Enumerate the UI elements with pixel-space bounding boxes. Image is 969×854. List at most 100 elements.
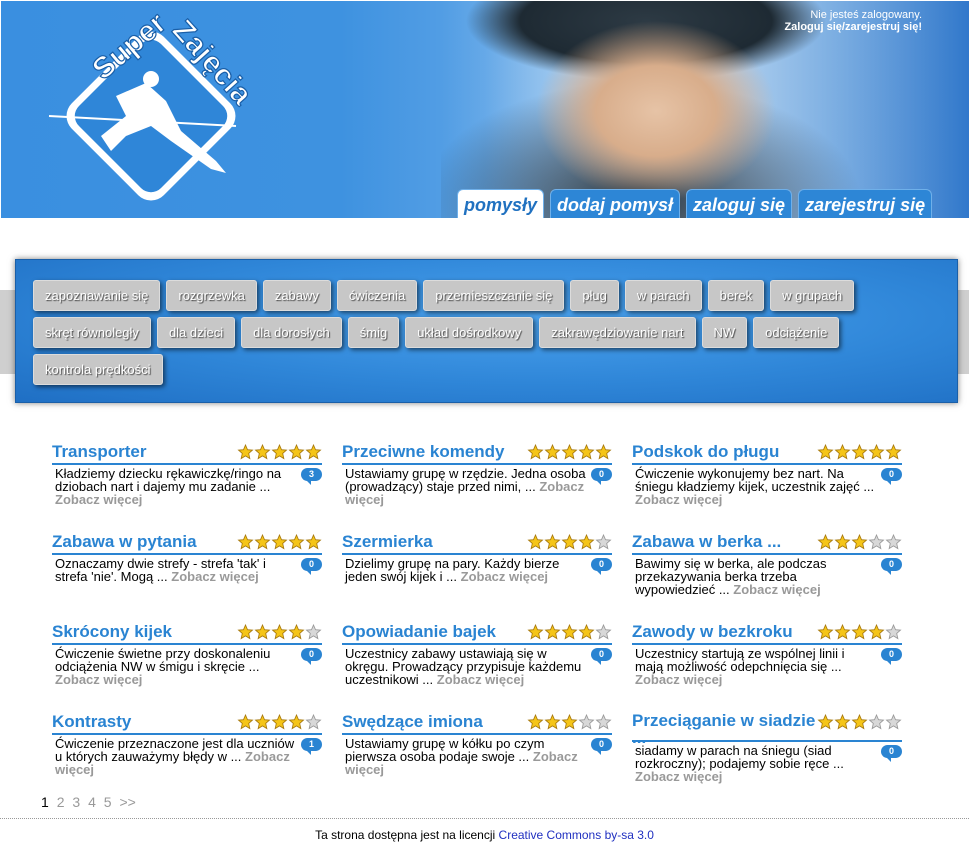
star-filled-icon[interactable] <box>817 534 834 550</box>
page-link[interactable]: 4 <box>88 794 96 810</box>
star-empty-icon[interactable] <box>595 624 612 640</box>
star-filled-icon[interactable] <box>561 534 578 550</box>
idea-title[interactable]: Przeciąganie w siadzie ... <box>632 712 822 746</box>
rating-stars[interactable] <box>237 714 322 730</box>
tag-button[interactable]: w grupach <box>770 280 855 311</box>
star-filled-icon[interactable] <box>237 624 254 640</box>
see-more-link[interactable]: Zobacz więcej <box>635 769 722 784</box>
star-filled-icon[interactable] <box>834 534 851 550</box>
star-filled-icon[interactable] <box>254 534 271 550</box>
idea-title[interactable]: Zabawa w pytania <box>52 532 197 552</box>
star-filled-icon[interactable] <box>851 624 868 640</box>
star-empty-icon[interactable] <box>578 714 595 730</box>
idea-title[interactable]: Zabawa w berka ... <box>632 532 781 552</box>
rating-stars[interactable] <box>237 624 322 640</box>
tag-button[interactable]: dla dorosłych <box>241 317 342 348</box>
page-link[interactable]: 3 <box>72 794 80 810</box>
tag-button[interactable]: pług <box>570 280 619 311</box>
star-filled-icon[interactable] <box>288 624 305 640</box>
rating-stars[interactable] <box>527 534 612 550</box>
rating-stars[interactable] <box>817 714 902 730</box>
site-logo[interactable]: Super Zajęcia <box>31 11 271 211</box>
tag-button[interactable]: odciążenie <box>753 317 840 348</box>
star-filled-icon[interactable] <box>544 714 561 730</box>
star-filled-icon[interactable] <box>527 624 544 640</box>
see-more-link[interactable]: Zobacz więcej <box>635 672 722 687</box>
rating-stars[interactable] <box>817 624 902 640</box>
star-filled-icon[interactable] <box>817 624 834 640</box>
see-more-link[interactable]: Zobacz więcej <box>171 569 258 584</box>
star-filled-icon[interactable] <box>561 714 578 730</box>
tag-button[interactable]: rozgrzewka <box>166 280 257 311</box>
see-more-link[interactable]: Zobacz więcej <box>437 672 524 687</box>
tag-button[interactable]: berek <box>707 280 765 311</box>
rating-stars[interactable] <box>817 534 902 550</box>
star-filled-icon[interactable] <box>817 714 834 730</box>
star-filled-icon[interactable] <box>578 534 595 550</box>
see-more-link[interactable]: Zobacz więcej <box>55 492 142 507</box>
star-filled-icon[interactable] <box>271 714 288 730</box>
star-filled-icon[interactable] <box>305 444 322 460</box>
star-filled-icon[interactable] <box>578 444 595 460</box>
idea-title[interactable]: Zawody w bezkroku <box>632 622 793 642</box>
star-filled-icon[interactable] <box>271 624 288 640</box>
idea-title[interactable]: Transporter <box>52 442 146 462</box>
page-link[interactable]: 5 <box>104 794 112 810</box>
idea-title[interactable]: Szermierka <box>342 532 433 552</box>
tag-button[interactable]: zakrawędziowanie nart <box>539 317 696 348</box>
rating-stars[interactable] <box>237 444 322 460</box>
star-filled-icon[interactable] <box>817 444 834 460</box>
star-filled-icon[interactable] <box>305 534 322 550</box>
rating-stars[interactable] <box>527 714 612 730</box>
star-filled-icon[interactable] <box>834 714 851 730</box>
see-more-link[interactable]: Zobacz więcej <box>733 582 820 597</box>
star-filled-icon[interactable] <box>544 624 561 640</box>
page-link[interactable]: 2 <box>57 794 65 810</box>
star-filled-icon[interactable] <box>885 444 902 460</box>
star-filled-icon[interactable] <box>254 624 271 640</box>
star-empty-icon[interactable] <box>595 534 612 550</box>
tab-zaloguj-sie[interactable]: zaloguj się <box>686 189 793 218</box>
star-filled-icon[interactable] <box>868 444 885 460</box>
tab-pomysly[interactable]: pomysły <box>457 189 545 218</box>
idea-title[interactable]: Opowiadanie bajek <box>342 622 496 642</box>
star-filled-icon[interactable] <box>288 534 305 550</box>
star-filled-icon[interactable] <box>271 534 288 550</box>
tag-button[interactable]: skręt równoległy <box>33 317 151 348</box>
star-filled-icon[interactable] <box>544 444 561 460</box>
star-empty-icon[interactable] <box>885 714 902 730</box>
idea-title[interactable]: Skrócony kijek <box>52 622 172 642</box>
idea-title[interactable]: Przeciwne komendy <box>342 442 505 462</box>
see-more-link[interactable]: Zobacz więcej <box>635 492 722 507</box>
star-filled-icon[interactable] <box>851 714 868 730</box>
star-empty-icon[interactable] <box>305 624 322 640</box>
tag-button[interactable]: układ dośrodkowy <box>405 317 534 348</box>
star-empty-icon[interactable] <box>885 624 902 640</box>
star-empty-icon[interactable] <box>595 714 612 730</box>
star-empty-icon[interactable] <box>868 534 885 550</box>
tag-button[interactable]: dla dzieci <box>156 317 236 348</box>
tag-button[interactable]: zabawy <box>262 280 331 311</box>
license-link[interactable]: Creative Commons by-sa 3.0 <box>499 828 654 842</box>
star-filled-icon[interactable] <box>527 714 544 730</box>
see-more-link[interactable]: Zobacz więcej <box>461 569 548 584</box>
star-filled-icon[interactable] <box>527 444 544 460</box>
star-filled-icon[interactable] <box>868 624 885 640</box>
star-filled-icon[interactable] <box>271 444 288 460</box>
star-filled-icon[interactable] <box>237 444 254 460</box>
star-filled-icon[interactable] <box>561 624 578 640</box>
rating-stars[interactable] <box>527 444 612 460</box>
tab-dodaj-pomysl[interactable]: dodaj pomysł <box>550 189 681 218</box>
star-filled-icon[interactable] <box>254 714 271 730</box>
page-link[interactable]: 1 <box>41 794 49 810</box>
login-register-link[interactable]: Zaloguj się/zarejestruj się! <box>784 21 922 33</box>
idea-title[interactable]: Podskok do pługu <box>632 442 779 462</box>
tag-button[interactable]: kontrola prędkości <box>33 354 163 385</box>
star-filled-icon[interactable] <box>237 534 254 550</box>
star-filled-icon[interactable] <box>578 624 595 640</box>
tag-button[interactable]: śmig <box>347 317 400 348</box>
rating-stars[interactable] <box>237 534 322 550</box>
tag-button[interactable]: zapoznawanie się <box>33 280 161 311</box>
star-filled-icon[interactable] <box>851 534 868 550</box>
rating-stars[interactable] <box>527 624 612 640</box>
